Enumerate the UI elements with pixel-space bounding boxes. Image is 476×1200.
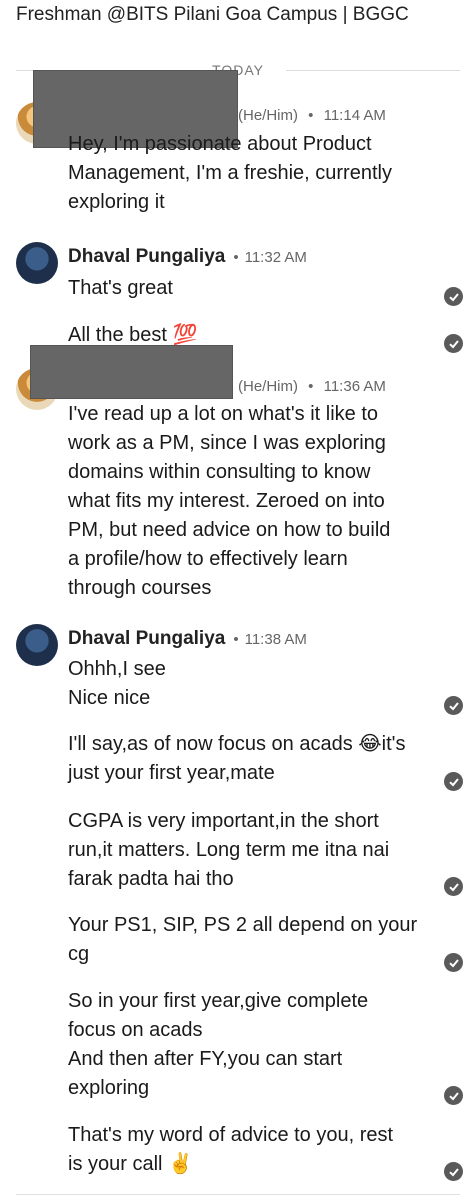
message-line: just your first year,mate <box>68 762 275 784</box>
message-body: Ohhh,I see Nice nice <box>68 655 428 713</box>
message-body: Hey, I'm passionate about Product Manage… <box>68 130 428 217</box>
separator-dot: • <box>308 378 314 395</box>
message-body: That's my word of advice to you, rest is… <box>68 1121 428 1179</box>
message-line: And then after FY,you can start <box>68 1048 343 1070</box>
message-line: what fits my interest. Zeroed on into <box>68 490 385 512</box>
message-line: PM, but need advice on how to build <box>68 519 391 541</box>
message-line: That's my word of advice to you, rest <box>68 1124 394 1146</box>
message-line: focus on acads <box>68 1019 203 1041</box>
message-line: CGPA is very important,in the short <box>68 810 379 832</box>
read-receipt-icon <box>444 772 463 791</box>
profile-headline: Freshman @BITS Pilani Goa Campus | BGGC <box>16 4 409 25</box>
message-line: Your PS1, SIP, PS 2 all depend on your <box>68 914 418 936</box>
read-receipt-icon <box>444 877 463 896</box>
message-line: So in your first year,give complete <box>68 990 369 1012</box>
separator-dot: • <box>233 249 239 266</box>
message-timestamp: 11:32 AM <box>244 249 307 266</box>
sender-pronouns: (He/Him) <box>238 107 298 124</box>
message-line: domains within consulting to know <box>68 461 371 483</box>
message-line: I've read up a lot on what's it like to <box>68 403 379 425</box>
sender-avatar[interactable] <box>16 624 58 666</box>
message-line: is your call ✌️ <box>68 1153 193 1175</box>
sender-pronouns: (He/Him) <box>238 378 298 395</box>
message-body: I've read up a lot on what's it like to … <box>68 400 428 603</box>
message-line: Hey, I'm passionate about Product <box>68 133 372 155</box>
message-header: Dhaval Pungaliya • 11:32 AM <box>68 246 307 268</box>
read-receipt-icon <box>444 334 463 353</box>
message-line: work as a PM, since I was exploring <box>68 432 386 454</box>
read-receipt-icon <box>444 287 463 306</box>
message-line: exploring <box>68 1077 150 1099</box>
message-line: through courses <box>68 577 212 599</box>
message-line: Ohhh,I see <box>68 658 166 680</box>
message-header: Dhaval Pungaliya • 11:38 AM <box>68 628 307 650</box>
message-line: That's great <box>68 277 173 299</box>
message-line: Nice nice <box>68 687 151 709</box>
sender-name[interactable]: Dhaval Pungaliya <box>68 628 225 650</box>
redacted-sender-name <box>30 345 233 399</box>
separator-dot: • <box>233 631 239 648</box>
message-line: farak padta hai tho <box>68 868 234 890</box>
message-line: a profile/how to effectively learn <box>68 548 348 570</box>
message-body: I'll say,as of now focus on acads 😂it's … <box>68 730 428 788</box>
read-receipt-icon <box>444 1162 463 1181</box>
message-line: I'll say,as of now focus on acads 😂it's <box>68 733 406 755</box>
message-line: exploring it <box>68 191 165 213</box>
separator-dot: • <box>308 107 314 124</box>
message-body: Your PS1, SIP, PS 2 all depend on your c… <box>68 911 428 969</box>
message-line: run,it matters. Long term me itna nai <box>68 839 390 861</box>
message-header: (He/Him) • 11:14 AM <box>238 107 386 124</box>
message-timestamp: 11:38 AM <box>244 631 307 648</box>
read-receipt-icon <box>444 1086 463 1105</box>
message-line: cg <box>68 943 90 965</box>
bottom-divider <box>16 1194 460 1195</box>
message-body: So in your first year,give complete focu… <box>68 987 428 1103</box>
message-timestamp: 11:14 AM <box>323 107 386 124</box>
sender-name[interactable]: Dhaval Pungaliya <box>68 246 225 268</box>
message-line: Management, I'm a freshie, currently <box>68 162 392 184</box>
message-body: CGPA is very important,in the short run,… <box>68 807 428 894</box>
message-timestamp: 11:36 AM <box>323 378 386 395</box>
read-receipt-icon <box>444 953 463 972</box>
sender-avatar[interactable] <box>16 242 58 284</box>
message-header: (He/Him) • 11:36 AM <box>238 378 386 395</box>
message-body: That's great <box>68 274 428 303</box>
read-receipt-icon <box>444 696 463 715</box>
